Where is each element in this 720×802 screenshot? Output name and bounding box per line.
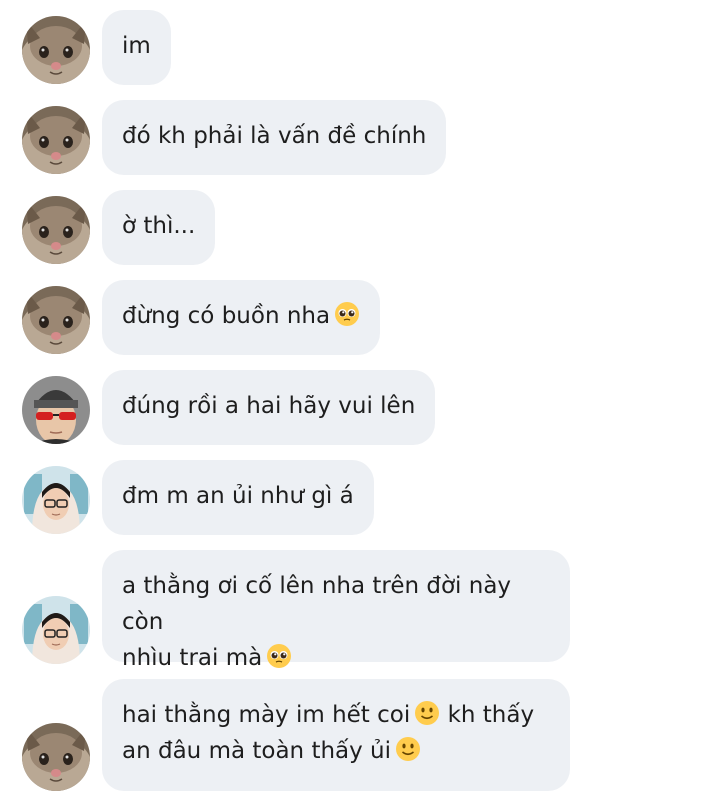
slightly-smiling-face-emoji xyxy=(414,700,440,726)
message-bubble[interactable]: a thằng ơi cố lên nha trên đời này còn n… xyxy=(102,550,570,671)
message-text: đúng rồi a hai hãy vui lên xyxy=(122,393,416,419)
message-text: đm m an ủi như gì á xyxy=(122,483,354,509)
cat-avatar[interactable] xyxy=(22,16,90,84)
hoodie-glasses-avatar[interactable] xyxy=(22,466,90,534)
message-row: hai thằng mày im hết coi kh thấy an đâu … xyxy=(0,679,720,791)
message-text: im xyxy=(122,33,151,59)
message-row: im xyxy=(0,10,720,85)
message-bubble[interactable]: hai thằng mày im hết coi kh thấy an đâu … xyxy=(102,679,570,791)
message-text: đừng có buồn nha xyxy=(122,303,331,329)
beanie-sunglasses-avatar[interactable] xyxy=(22,376,90,444)
cat-avatar[interactable] xyxy=(22,286,90,354)
message-row: ờ thì... xyxy=(0,190,720,265)
pleading-face-emoji xyxy=(334,301,360,327)
message-bubble[interactable]: ờ thì... xyxy=(102,190,216,265)
message-text: đó kh phải là vấn đề chính xyxy=(122,123,427,149)
message-row: đm m an ủi như gì á xyxy=(0,460,720,535)
cat-avatar[interactable] xyxy=(22,723,90,791)
hoodie-glasses-avatar[interactable] xyxy=(22,596,90,664)
message-text: ờ thì... xyxy=(122,213,196,239)
chat-thread: im đó kh phải là vấn đề chính ờ thì... đ… xyxy=(0,0,720,802)
message-text-line: hai thằng mày im hết coi xyxy=(122,702,411,728)
message-text-line: kh thấy xyxy=(447,702,535,728)
message-text-line: a thằng ơi cố lên nha trên đời này còn xyxy=(122,573,512,635)
message-text-line: nhìu trai mà xyxy=(122,645,263,671)
message-bubble[interactable]: đúng rồi a hai hãy vui lên xyxy=(102,370,436,445)
message-bubble[interactable]: đừng có buồn nha xyxy=(102,280,381,355)
message-text-line: an đâu mà toàn thấy ủi xyxy=(122,738,392,764)
pleading-face-emoji xyxy=(266,643,292,669)
message-row: đó kh phải là vấn đề chính xyxy=(0,100,720,175)
message-bubble[interactable]: đm m an ủi như gì á xyxy=(102,460,374,535)
message-bubble[interactable]: im xyxy=(102,10,171,85)
cat-avatar[interactable] xyxy=(22,196,90,264)
message-bubble[interactable]: đó kh phải là vấn đề chính xyxy=(102,100,447,175)
message-row: a thằng ơi cố lên nha trên đời này còn n… xyxy=(0,550,720,671)
message-row: đừng có buồn nha xyxy=(0,280,720,355)
message-row: đúng rồi a hai hãy vui lên xyxy=(0,370,720,445)
slightly-smiling-face-emoji xyxy=(395,736,421,762)
cat-avatar[interactable] xyxy=(22,106,90,174)
